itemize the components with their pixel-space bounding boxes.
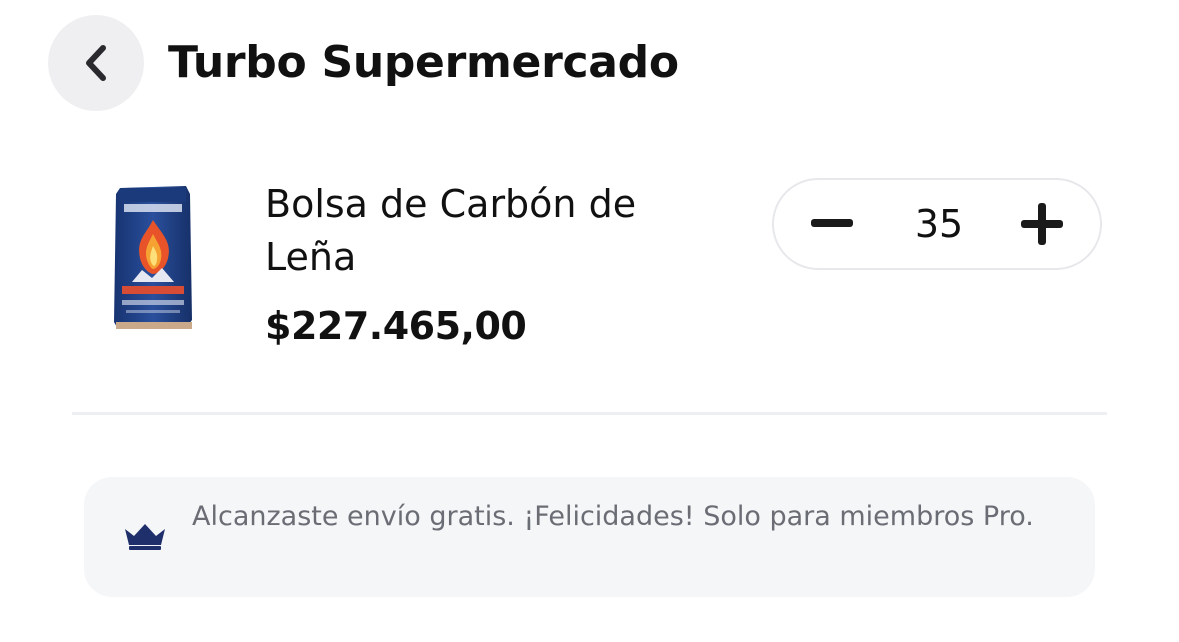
increase-quantity-button[interactable] [996,180,1088,268]
quantity-stepper: 35 [772,178,1102,270]
chevron-left-icon [86,45,106,81]
pro-free-shipping-banner: Alcanzaste envío gratis. ¡Felicidades! S… [84,477,1095,597]
product-name[interactable]: Bolsa de Carbón de Leña [265,178,685,284]
minus-icon [811,219,853,227]
decrease-quantity-button[interactable] [786,180,878,268]
banner-text: Alcanzaste envío gratis. ¡Felicidades! S… [192,501,1034,532]
product-price: $227.465,00 [265,304,527,348]
store-title: Turbo Supermercado [168,37,679,88]
section-divider [72,412,1107,415]
plus-icon [1021,203,1063,245]
product-image[interactable] [106,182,200,338]
back-button[interactable] [48,15,144,111]
crown-icon [125,524,165,550]
quantity-value: 35 [914,202,964,246]
